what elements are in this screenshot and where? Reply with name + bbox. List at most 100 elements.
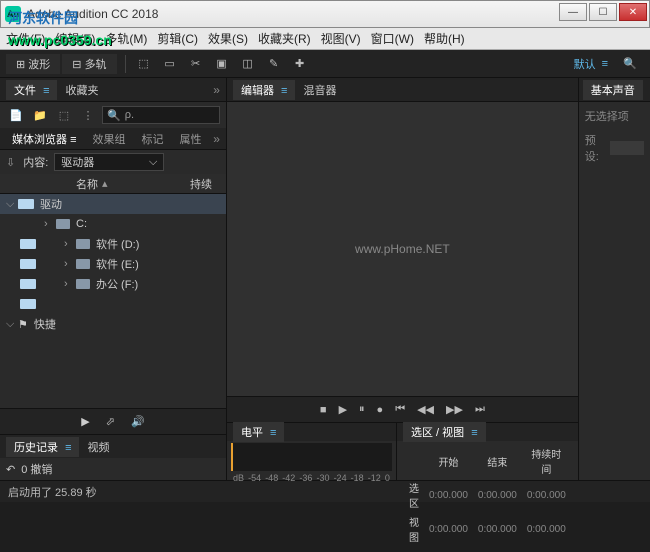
open-file-icon[interactable]: 📁: [30, 105, 50, 125]
tool-move-icon[interactable]: ▭: [158, 53, 182, 75]
tool-hand-icon[interactable]: ⬚: [132, 53, 156, 75]
panel-chevron-icon[interactable]: »: [213, 83, 220, 97]
menu-clip[interactable]: 剪辑(C): [157, 30, 198, 47]
view-start[interactable]: 0:00.000: [425, 513, 472, 545]
menu-favorites[interactable]: 收藏夹(R): [258, 30, 311, 47]
sel-start[interactable]: 0:00.000: [425, 479, 472, 511]
undo-icon[interactable]: ↶: [6, 463, 15, 476]
selection-table: 开始结束持续时间 选区0:00.0000:00.0000:00.000 视图0:…: [403, 443, 572, 547]
levels-panel: 电平 ≡ dB-54-48-42-36-30-24-18-120: [227, 423, 397, 480]
content-select[interactable]: 驱动器⌵: [54, 153, 164, 171]
watermark-site: 河东软件园: [8, 8, 78, 28]
tool-select-icon[interactable]: ▣: [210, 53, 234, 75]
sel-dur[interactable]: 0:00.000: [523, 479, 570, 511]
folder-icon: [56, 219, 70, 229]
preview-volume-icon[interactable]: 🔊: [131, 415, 145, 428]
folder-icon: [76, 259, 90, 269]
editor-panel-head: 编辑器 ≡ 混音器: [227, 78, 578, 102]
close-button[interactable]: ✕: [619, 3, 647, 21]
record-button-icon[interactable]: ●: [377, 404, 384, 416]
col-duration[interactable]: 持续: [190, 176, 220, 192]
menu-effects[interactable]: 效果(S): [208, 30, 248, 47]
folder-icon: [76, 279, 90, 289]
content-row: ⇩ 内容: 驱动器⌵: [0, 150, 226, 174]
waveform-tab[interactable]: ⊞ 波形: [6, 54, 60, 74]
selection-tab[interactable]: 选区 / 视图 ≡: [403, 422, 486, 442]
tool-brush-icon[interactable]: ✎: [262, 53, 286, 75]
favorites-tab[interactable]: 收藏夹: [57, 80, 106, 100]
maximize-button[interactable]: ☐: [589, 3, 617, 21]
forward-icon[interactable]: ▶▶: [446, 403, 463, 416]
multitrack-tab[interactable]: ⊟ 多轨: [62, 54, 116, 74]
search-help-icon[interactable]: 🔍: [618, 53, 642, 75]
video-tab[interactable]: 视频: [79, 437, 117, 457]
download-icon[interactable]: ⇩: [6, 156, 15, 169]
view-dur[interactable]: 0:00.000: [523, 513, 570, 545]
files-tab[interactable]: 文件 ≡: [6, 80, 57, 100]
skip-back-icon[interactable]: ⏮: [395, 403, 405, 416]
browser-chevron-icon[interactable]: »: [213, 132, 220, 146]
transport-bar: ■ ▶ ⏸ ● ⏮ ◀◀ ▶▶ ⏭: [227, 396, 578, 422]
menu-help[interactable]: 帮助(H): [424, 30, 465, 47]
editor-area[interactable]: www.pHome.NET: [227, 102, 578, 396]
history-tab[interactable]: 历史记录 ≡: [6, 437, 79, 457]
col-name[interactable]: 名称▴: [76, 176, 190, 192]
workspace-label[interactable]: 默认: [574, 56, 596, 72]
preset-label: 预设:: [585, 132, 606, 164]
files-panel-head: 文件 ≡ 收藏夹 »: [0, 78, 226, 102]
level-scale: dB-54-48-42-36-30-24-18-120: [227, 473, 396, 483]
record-icon[interactable]: ⬚: [54, 105, 74, 125]
tree-shortcuts[interactable]: ⌵⚑快捷: [0, 314, 226, 334]
levels-tab[interactable]: 电平 ≡: [233, 422, 284, 442]
new-file-icon[interactable]: 📄: [6, 105, 26, 125]
sel-end[interactable]: 0:00.000: [474, 479, 521, 511]
mixer-tab[interactable]: 混音器: [295, 80, 344, 100]
essential-sound-tab[interactable]: 基本声音: [583, 80, 643, 100]
menu-window[interactable]: 窗口(W): [371, 30, 414, 47]
editor-tab[interactable]: 编辑器 ≡: [233, 80, 295, 100]
preset-select[interactable]: [610, 141, 644, 155]
tree-view: ⌵驱动 ›C: ›软件 (D:) ›软件 (E:) ›办公 (F:) ⌵⚑快捷: [0, 194, 226, 408]
col-duration2: 持续时间: [523, 445, 570, 477]
preview-play-icon[interactable]: ▶: [81, 415, 89, 428]
preview-playbar: ▶ ⬀ 🔊: [0, 408, 226, 434]
history-body: ↶ 0 撤销: [0, 458, 226, 480]
preset-row: 预设:: [585, 132, 644, 164]
list-icon[interactable]: ⋮: [78, 105, 98, 125]
tool-cut-icon[interactable]: ✂: [184, 53, 208, 75]
panel-menu-icon[interactable]: ≡: [43, 85, 49, 97]
toolbar: ⊞ 波形 ⊟ 多轨 ⬚ ▭ ✂ ▣ ◫ ✎ ✚ 默认 ≡ 🔍: [0, 50, 650, 78]
level-meter: [231, 443, 392, 471]
media-browser-tab[interactable]: 媒体浏览器 ≡: [6, 129, 82, 149]
no-selection-label: 无选择项: [585, 108, 644, 124]
row-view: 视图: [405, 513, 423, 545]
col-start: 开始: [425, 445, 472, 477]
search-input[interactable]: 🔍ρ.: [102, 106, 220, 124]
skip-fwd-icon[interactable]: ⏭: [475, 403, 485, 416]
tool-heal-icon[interactable]: ✚: [288, 53, 312, 75]
rewind-icon[interactable]: ◀◀: [417, 403, 434, 416]
preview-export-icon[interactable]: ⬀: [106, 415, 115, 428]
tree-drive-c[interactable]: ›C:: [0, 214, 226, 234]
drive-icon: [20, 299, 36, 309]
effects-rack-tab[interactable]: 效果组: [86, 129, 131, 149]
drive-icon: [20, 239, 36, 249]
view-end[interactable]: 0:00.000: [474, 513, 521, 545]
search-icon: 🔍: [107, 109, 121, 122]
titlebar: Au Adobe Audition CC 2018 — ☐ ✕: [0, 0, 650, 28]
pause-icon[interactable]: ⏸: [359, 403, 365, 416]
menu-view[interactable]: 视图(V): [321, 30, 361, 47]
col-end: 结束: [474, 445, 521, 477]
tree-root-drives[interactable]: ⌵驱动: [0, 194, 226, 214]
properties-tab[interactable]: 属性: [173, 129, 207, 149]
stop-icon[interactable]: ■: [320, 404, 327, 416]
folder-icon: [76, 239, 90, 249]
minimize-button[interactable]: —: [559, 3, 587, 21]
status-text: 启动用了 25.89 秒: [8, 484, 97, 500]
flag-icon: ⚑: [18, 318, 28, 331]
markers-tab[interactable]: 标记: [135, 129, 169, 149]
column-header: 名称▴ 持续: [0, 174, 226, 194]
workspace-menu-icon[interactable]: ≡: [602, 58, 608, 70]
play-icon[interactable]: ▶: [339, 403, 347, 416]
tool-marquee-icon[interactable]: ◫: [236, 53, 260, 75]
